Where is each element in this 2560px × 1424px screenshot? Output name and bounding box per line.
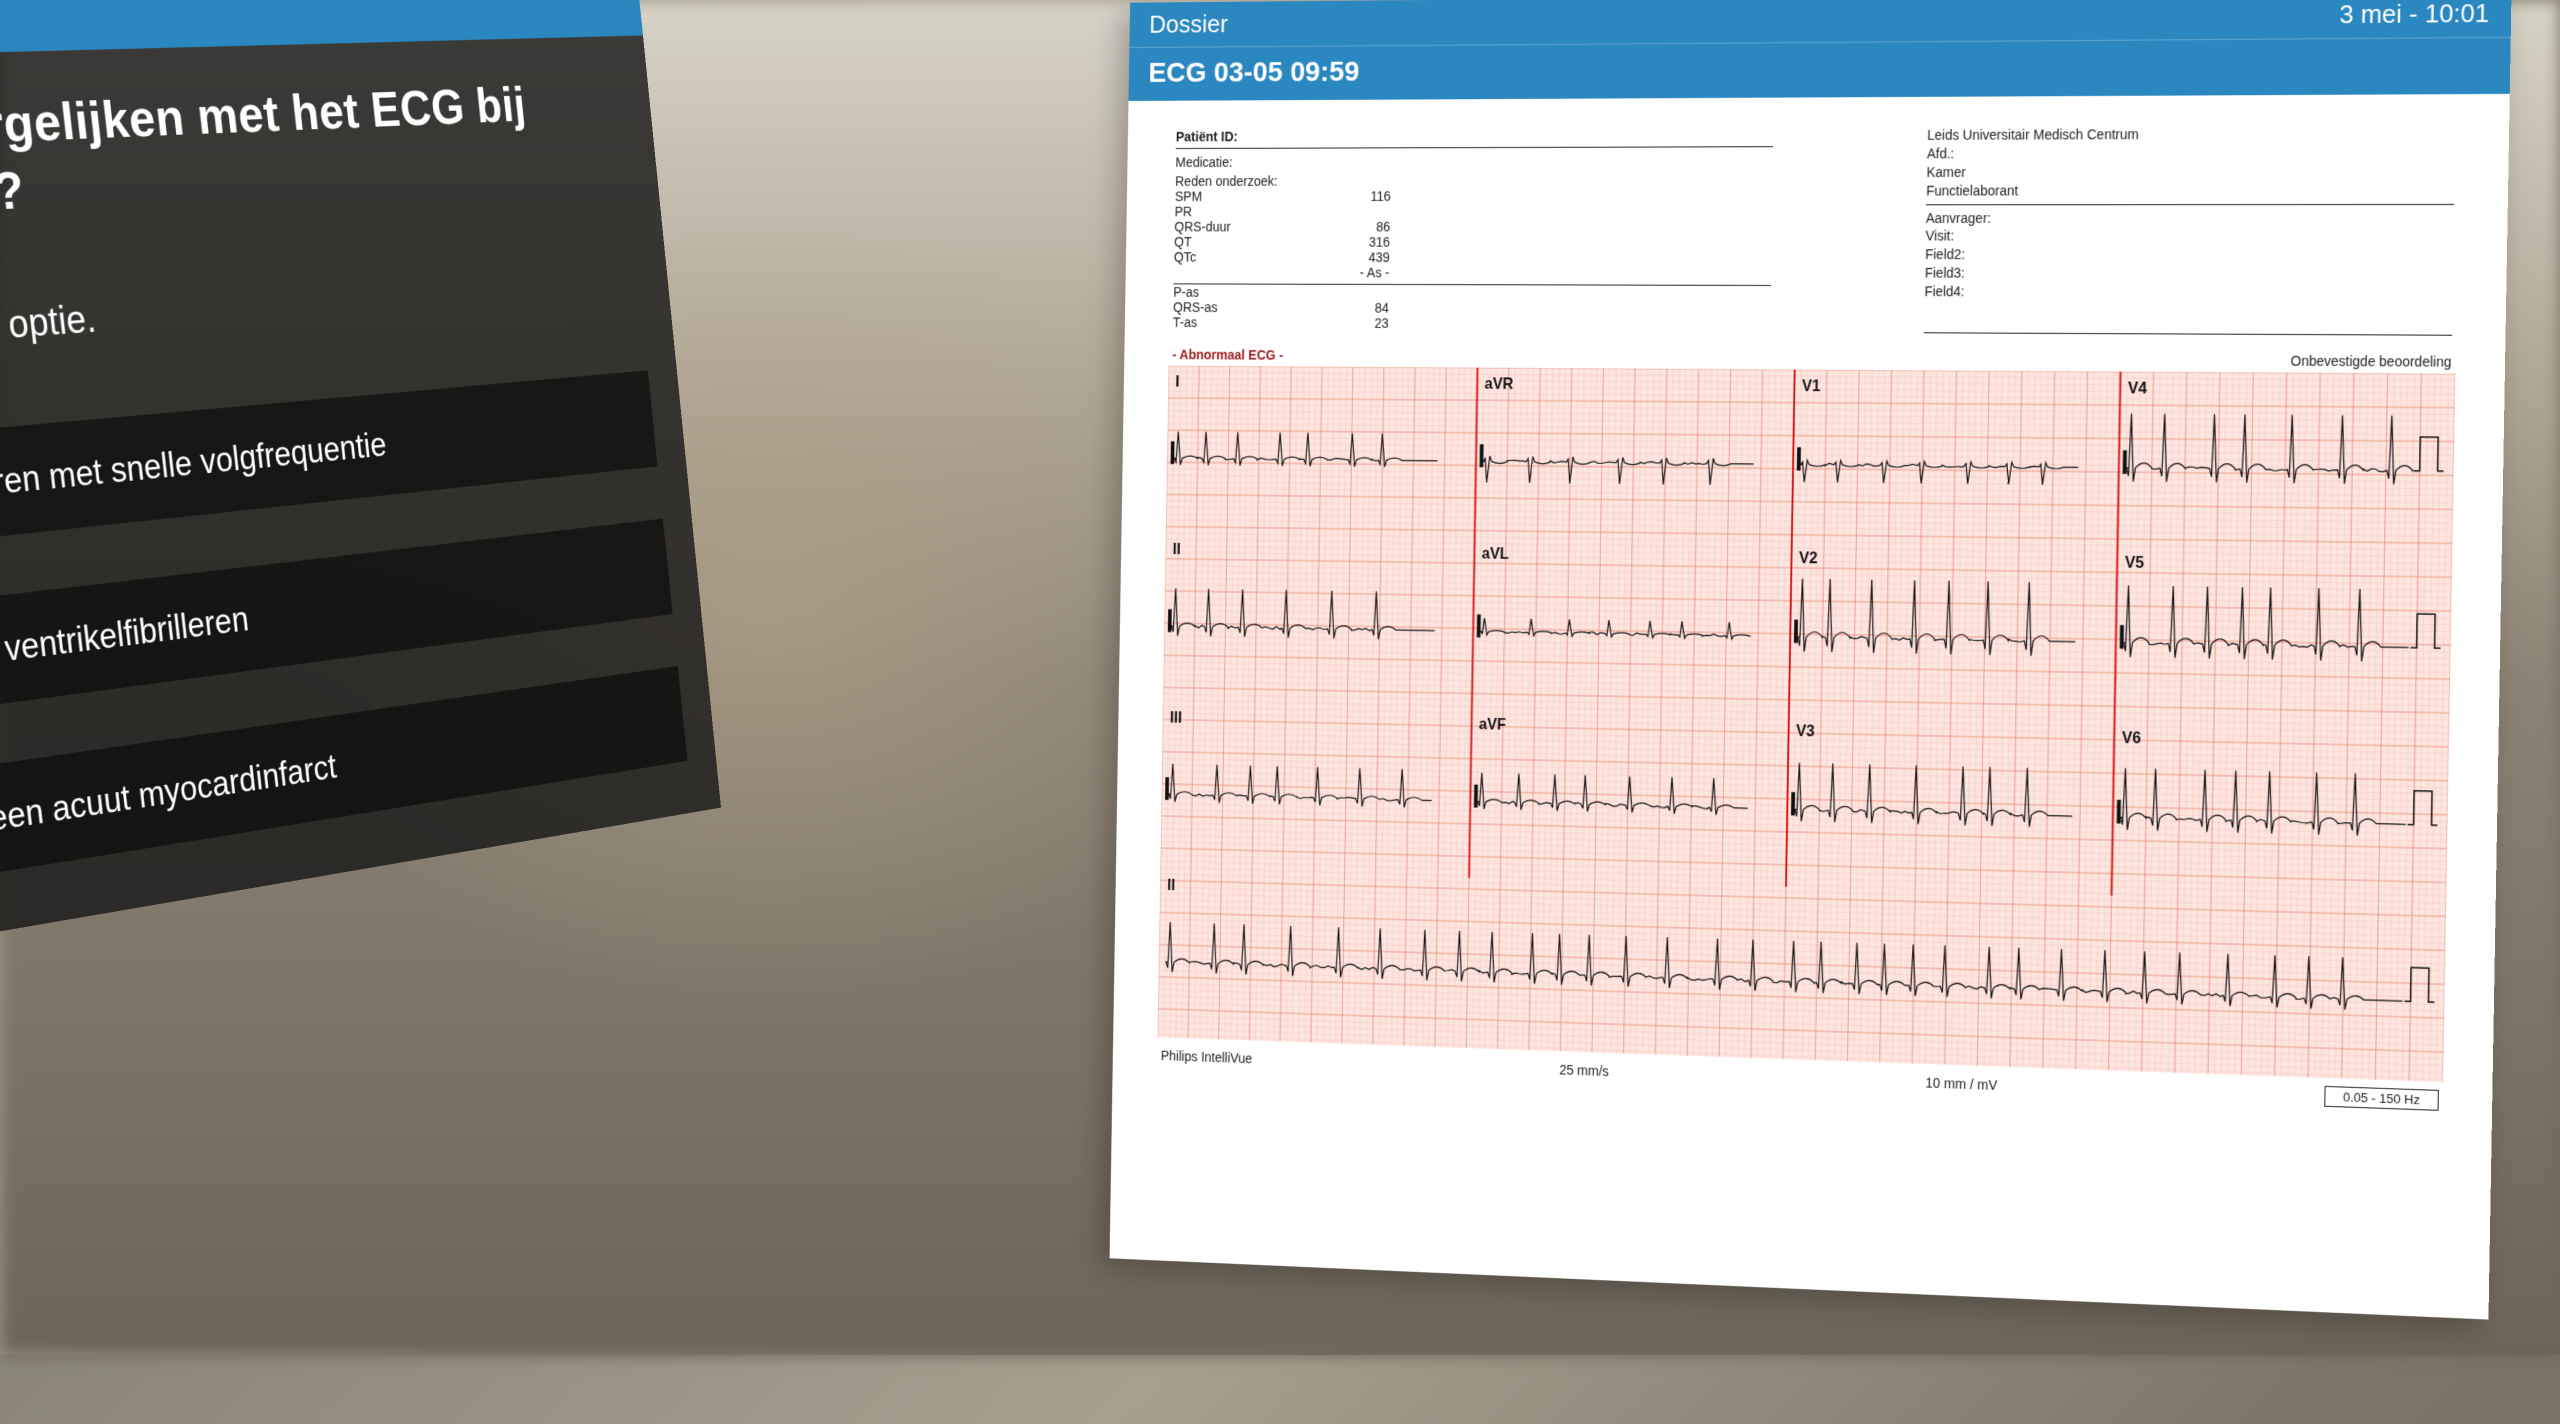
ecg-grid: IaVR V1 V4 II aVL V2 V5 III aVF V3 V6 II — [1158, 366, 2456, 1082]
institution: Leids Universitair Medisch Centrum — [1927, 124, 2456, 145]
ecg-meta: Patiënt ID: Medicatie: Reden onderzoek: … — [1169, 124, 2460, 348]
right-bottom-field: Field2: — [1925, 246, 2453, 265]
patient-id-label: Patiënt ID: — [1176, 127, 1774, 149]
param-row: PR — [1175, 203, 1772, 219]
svg-text:V3: V3 — [1796, 723, 1815, 740]
svg-text:I: I — [1175, 374, 1179, 391]
right-bottom-field: Visit: — [1925, 227, 2453, 246]
answer-options-list: brilleren met snelle volgfrequentie van … — [0, 370, 687, 881]
question-title-line2: name? — [0, 160, 28, 227]
ecg-sheet: Patiënt ID: Medicatie: Reden onderzoek: … — [1112, 94, 2509, 1133]
svg-text:V1: V1 — [1802, 378, 1821, 395]
dossier-header-label: Dossier — [1149, 9, 1228, 39]
question-title-line1: en vergelijken met het ECG bij — [0, 77, 528, 160]
question-instruction: e beste optie. — [0, 261, 641, 358]
ecg-meta-right: Leids Universitair Medisch Centrum Afd.:… — [1924, 124, 2456, 336]
axis-header: - As - — [1174, 264, 1771, 281]
param-row: QRS-duur86 — [1174, 219, 1771, 235]
medication-label: Medicatie: — [1175, 153, 1772, 170]
svg-text:II: II — [1167, 878, 1175, 895]
answer-option-2[interactable]: n een acuut myocardinfarct — [0, 666, 687, 882]
svg-text:aVF: aVF — [1479, 716, 1506, 733]
ecg-status-right: Onbevestigde beoordeling — [2290, 353, 2451, 370]
right-field: Kamer — [1926, 162, 2455, 182]
reason-label: Reden onderzoek: — [1175, 172, 1772, 188]
right-field: Afd.: — [1927, 143, 2456, 163]
answer-option-0[interactable]: brilleren met snelle volgfrequentie — [0, 370, 658, 546]
svg-text:aVL: aVL — [1482, 546, 1510, 563]
svg-text:aVR: aVR — [1484, 376, 1513, 393]
svg-text:V6: V6 — [2122, 730, 2142, 748]
right-bottom-field: Aanvrager: — [1926, 209, 2454, 228]
question-body: en vergelijken met het ECG bij name? e b… — [0, 35, 721, 946]
question-card: en vergelijken met het ECG bij name? e b… — [0, 0, 763, 1424]
right-bottom-field: Field3: — [1925, 264, 2453, 284]
ecg-speed: 25 mm/s — [1559, 1061, 1609, 1078]
param-row: QT316 — [1174, 234, 1771, 250]
svg-text:V2: V2 — [1799, 550, 1818, 567]
svg-text:III: III — [1170, 710, 1182, 727]
svg-text:V5: V5 — [2125, 555, 2145, 573]
ecg-status-left: - Abnormaal ECG - — [1172, 347, 1283, 363]
ecg-meta-left: Patiënt ID: Medicatie: Reden onderzoek: … — [1173, 127, 1773, 333]
param-row: QTc439 — [1174, 249, 1771, 265]
ecg-gain: 10 mm / mV — [1925, 1074, 1997, 1092]
dossier-panel: Dossier 3 mei - 10:01 ECG 03-05 09:59 Pa… — [1110, 0, 2512, 1320]
right-field: Functielaborant — [1926, 181, 2455, 205]
svg-text:V4: V4 — [2128, 380, 2148, 397]
axis-row: T-as23 — [1173, 315, 1770, 333]
dossier-subtitle: ECG 03-05 09:59 — [1129, 37, 2511, 101]
question-title: en vergelijken met het ECG bij name? — [0, 72, 630, 233]
ecg-filter: 0.05 - 150 Hz — [2324, 1086, 2439, 1111]
param-row: SPM116 — [1175, 188, 1772, 204]
ecg-device: Philips IntelliVue — [1161, 1047, 1253, 1065]
svg-text:II: II — [1173, 542, 1181, 559]
right-bottom-field: Field4: — [1924, 283, 2452, 303]
dossier-timestamp: 3 mei - 10:01 — [2339, 0, 2489, 30]
